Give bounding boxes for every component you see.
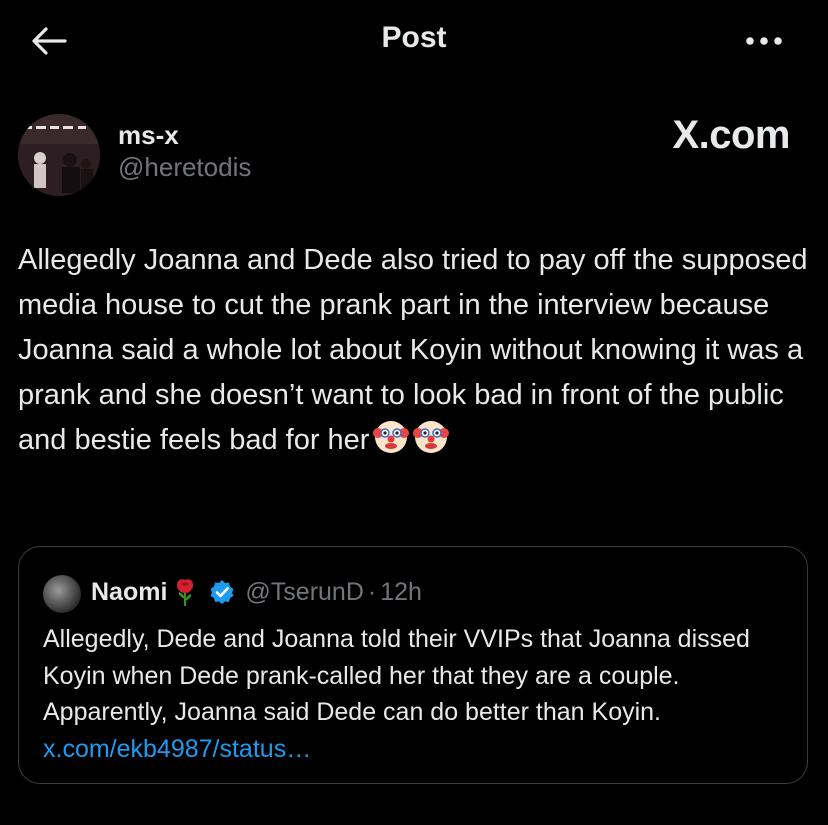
- verified-badge-icon: [209, 579, 235, 605]
- brand-watermark: X.com: [672, 113, 790, 157]
- dot-separator: ·: [367, 577, 377, 606]
- author-handle[interactable]: @heretodis: [118, 152, 251, 183]
- more-options-icon: [746, 37, 782, 45]
- quoted-author-handle: @TserunD: [245, 577, 364, 606]
- clown-face-emoji: [413, 419, 450, 469]
- tweet-body: Allegedly Joanna and Dede also tried to …: [18, 238, 808, 469]
- quoted-post-body: Allegedly, Dede and Joanna told their VV…: [43, 621, 788, 767]
- rose-emoji: [171, 577, 199, 607]
- top-bar: Post: [0, 0, 828, 80]
- quoted-post-link[interactable]: x.com/ekb4987/status…: [43, 735, 311, 763]
- quoted-author-name: Naomi: [91, 577, 168, 606]
- more-options-button[interactable]: [742, 24, 786, 58]
- quoted-post-text: Allegedly, Dede and Joanna told their VV…: [43, 625, 750, 726]
- quoted-author-avatar: [43, 575, 81, 613]
- author-avatar[interactable]: [18, 114, 100, 196]
- quoted-post-time: 12h: [380, 577, 422, 606]
- quoted-post-header: Naomi @TserunD · 12h: [91, 575, 422, 609]
- quoted-post-card[interactable]: Naomi @TserunD · 12h Allegedly, Dede and…: [18, 546, 808, 784]
- author-name[interactable]: ms-x: [118, 120, 179, 151]
- page-title: Post: [381, 21, 447, 54]
- clown-face-emoji: [373, 419, 410, 469]
